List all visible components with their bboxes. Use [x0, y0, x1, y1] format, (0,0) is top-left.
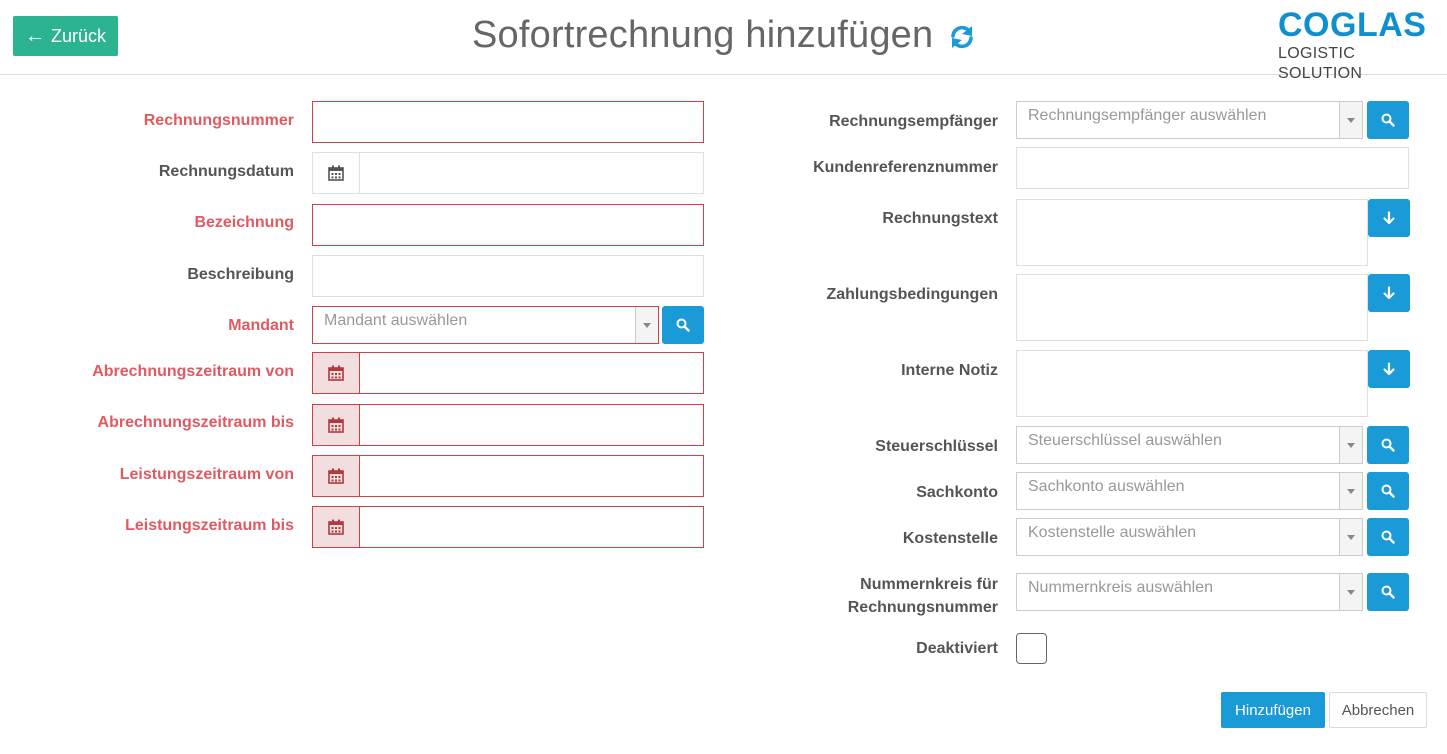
abrechnung-bis-field[interactable] — [312, 404, 704, 446]
beschreibung-label: Beschreibung — [187, 266, 294, 283]
search-icon — [1381, 484, 1395, 498]
steuerschluessel-label: Steuerschlüssel — [875, 438, 998, 455]
chevron-down-icon[interactable] — [1339, 102, 1362, 138]
logo-main: COGLAS — [1278, 6, 1427, 44]
logo-sub: LOGISTIC SOLUTION — [1278, 45, 1363, 82]
calendar-button[interactable] — [313, 405, 360, 445]
abrechnung-von-input[interactable] — [360, 353, 703, 393]
calendar-icon — [328, 519, 344, 535]
mandant-search-button[interactable] — [662, 306, 704, 344]
calendar-icon — [328, 417, 344, 433]
calendar-icon — [328, 365, 344, 381]
logo: COGLAS LOGISTIC SOLUTION — [1278, 6, 1430, 82]
sachkonto-search-button[interactable] — [1367, 472, 1409, 510]
calendar-icon — [328, 165, 344, 181]
calendar-button[interactable] — [313, 456, 360, 496]
bezeichnung-label: Bezeichnung — [194, 214, 294, 231]
rechnungsdatum-label: Rechnungsdatum — [158, 163, 294, 180]
calendar-icon — [328, 468, 344, 484]
zahlungsbedingungen-insert-button[interactable] — [1368, 274, 1410, 312]
header: ← Zurück Sofortrechnung hinzufügen COGLA… — [0, 0, 1447, 82]
chevron-down-icon[interactable] — [1339, 427, 1362, 463]
cancel-button[interactable]: Abbrechen — [1329, 692, 1427, 728]
arrow-down-icon — [1383, 211, 1395, 225]
leistung-von-input[interactable] — [360, 456, 703, 496]
mandant-placeholder: Mandant auswählen — [324, 312, 468, 329]
back-button[interactable]: ← Zurück — [13, 16, 118, 56]
leistung-von-field[interactable] — [312, 455, 704, 497]
calendar-button[interactable] — [313, 507, 360, 547]
empfaenger-label: Rechnungsempfänger — [829, 113, 998, 130]
leistung-bis-input[interactable] — [360, 507, 703, 547]
arrow-left-icon: ← — [24, 25, 45, 47]
search-icon — [1381, 585, 1395, 599]
leistung-bis-field[interactable] — [312, 506, 704, 548]
rechnungstext-textarea[interactable] — [1016, 199, 1368, 266]
rechnungstext-insert-button[interactable] — [1368, 199, 1410, 237]
chevron-down-icon[interactable] — [1339, 473, 1362, 509]
steuerschluessel-placeholder: Steuerschlüssel auswählen — [1028, 432, 1222, 449]
mandant-select[interactable]: Mandant auswählen — [312, 306, 659, 344]
nummernkreis-label-line2: Rechnungsnummer — [847, 599, 998, 616]
empfaenger-search-button[interactable] — [1367, 101, 1409, 139]
steuerschluessel-search-button[interactable] — [1367, 426, 1409, 464]
kundenreferenz-label: Kundenreferenznummer — [813, 159, 998, 176]
chevron-down-icon[interactable] — [635, 307, 658, 343]
rechnungstext-label: Rechnungstext — [882, 210, 998, 227]
abrechnung-bis-label: Abrechnungszeitraum bis — [97, 414, 294, 431]
nummernkreis-label: Nummernkreis für Rechnungsnummer — [760, 573, 998, 619]
rechnungsnummer-input[interactable] — [312, 101, 704, 143]
rechnungsdatum-input[interactable] — [360, 153, 703, 193]
back-button-label: Zurück — [50, 25, 106, 46]
rechnungsnummer-label: Rechnungsnummer — [143, 112, 294, 129]
refresh-icon[interactable] — [947, 22, 977, 52]
kostenstelle-search-button[interactable] — [1367, 518, 1409, 556]
search-icon — [1381, 113, 1395, 127]
steuerschluessel-select[interactable]: Steuerschlüssel auswählen — [1016, 426, 1363, 464]
search-icon — [676, 318, 690, 332]
nummernkreis-select[interactable]: Nummernkreis auswählen — [1016, 573, 1363, 611]
zahlungsbedingungen-label: Zahlungsbedingungen — [826, 286, 998, 303]
empfaenger-placeholder: Rechnungsempfänger auswählen — [1028, 107, 1267, 124]
arrow-down-icon — [1383, 362, 1395, 376]
empfaenger-select[interactable]: Rechnungsempfänger auswählen — [1016, 101, 1363, 139]
calendar-button[interactable] — [313, 153, 360, 193]
interne-notiz-insert-button[interactable] — [1368, 350, 1410, 388]
sachkonto-placeholder: Sachkonto auswählen — [1028, 478, 1185, 495]
mandant-label: Mandant — [228, 317, 294, 334]
nummernkreis-search-button[interactable] — [1367, 573, 1409, 611]
arrow-down-icon — [1383, 286, 1395, 300]
abrechnung-bis-input[interactable] — [360, 405, 703, 445]
leistung-bis-label: Leistungszeitraum bis — [125, 517, 294, 534]
deaktiviert-label: Deaktiviert — [916, 640, 998, 657]
interne-notiz-label: Interne Notiz — [901, 362, 998, 379]
nummernkreis-label-line1: Nummernkreis für — [860, 576, 998, 593]
leistung-von-label: Leistungszeitraum von — [119, 466, 294, 483]
interne-notiz-textarea[interactable] — [1016, 350, 1368, 417]
abrechnung-von-field[interactable] — [312, 352, 704, 394]
chevron-down-icon[interactable] — [1339, 574, 1362, 610]
sachkonto-label: Sachkonto — [916, 484, 998, 501]
page-title: Sofortrechnung hinzufügen — [472, 14, 934, 56]
search-icon — [1381, 438, 1395, 452]
kostenstelle-select[interactable]: Kostenstelle auswählen — [1016, 518, 1363, 556]
kostenstelle-label: Kostenstelle — [902, 530, 998, 547]
rechnungsdatum-field[interactable] — [312, 152, 704, 194]
bezeichnung-input[interactable] — [312, 204, 704, 246]
abrechnung-von-label: Abrechnungszeitraum von — [92, 363, 294, 380]
search-icon — [1381, 530, 1395, 544]
zahlungsbedingungen-textarea[interactable] — [1016, 274, 1368, 341]
kostenstelle-placeholder: Kostenstelle auswählen — [1028, 524, 1197, 541]
chevron-down-icon[interactable] — [1339, 519, 1362, 555]
kundenreferenz-input[interactable] — [1016, 147, 1409, 189]
deaktiviert-checkbox[interactable] — [1016, 633, 1047, 664]
sachkonto-select[interactable]: Sachkonto auswählen — [1016, 472, 1363, 510]
beschreibung-input[interactable] — [312, 255, 704, 297]
calendar-button[interactable] — [313, 353, 360, 393]
add-button[interactable]: Hinzufügen — [1221, 692, 1325, 728]
nummernkreis-placeholder: Nummernkreis auswählen — [1028, 579, 1213, 596]
